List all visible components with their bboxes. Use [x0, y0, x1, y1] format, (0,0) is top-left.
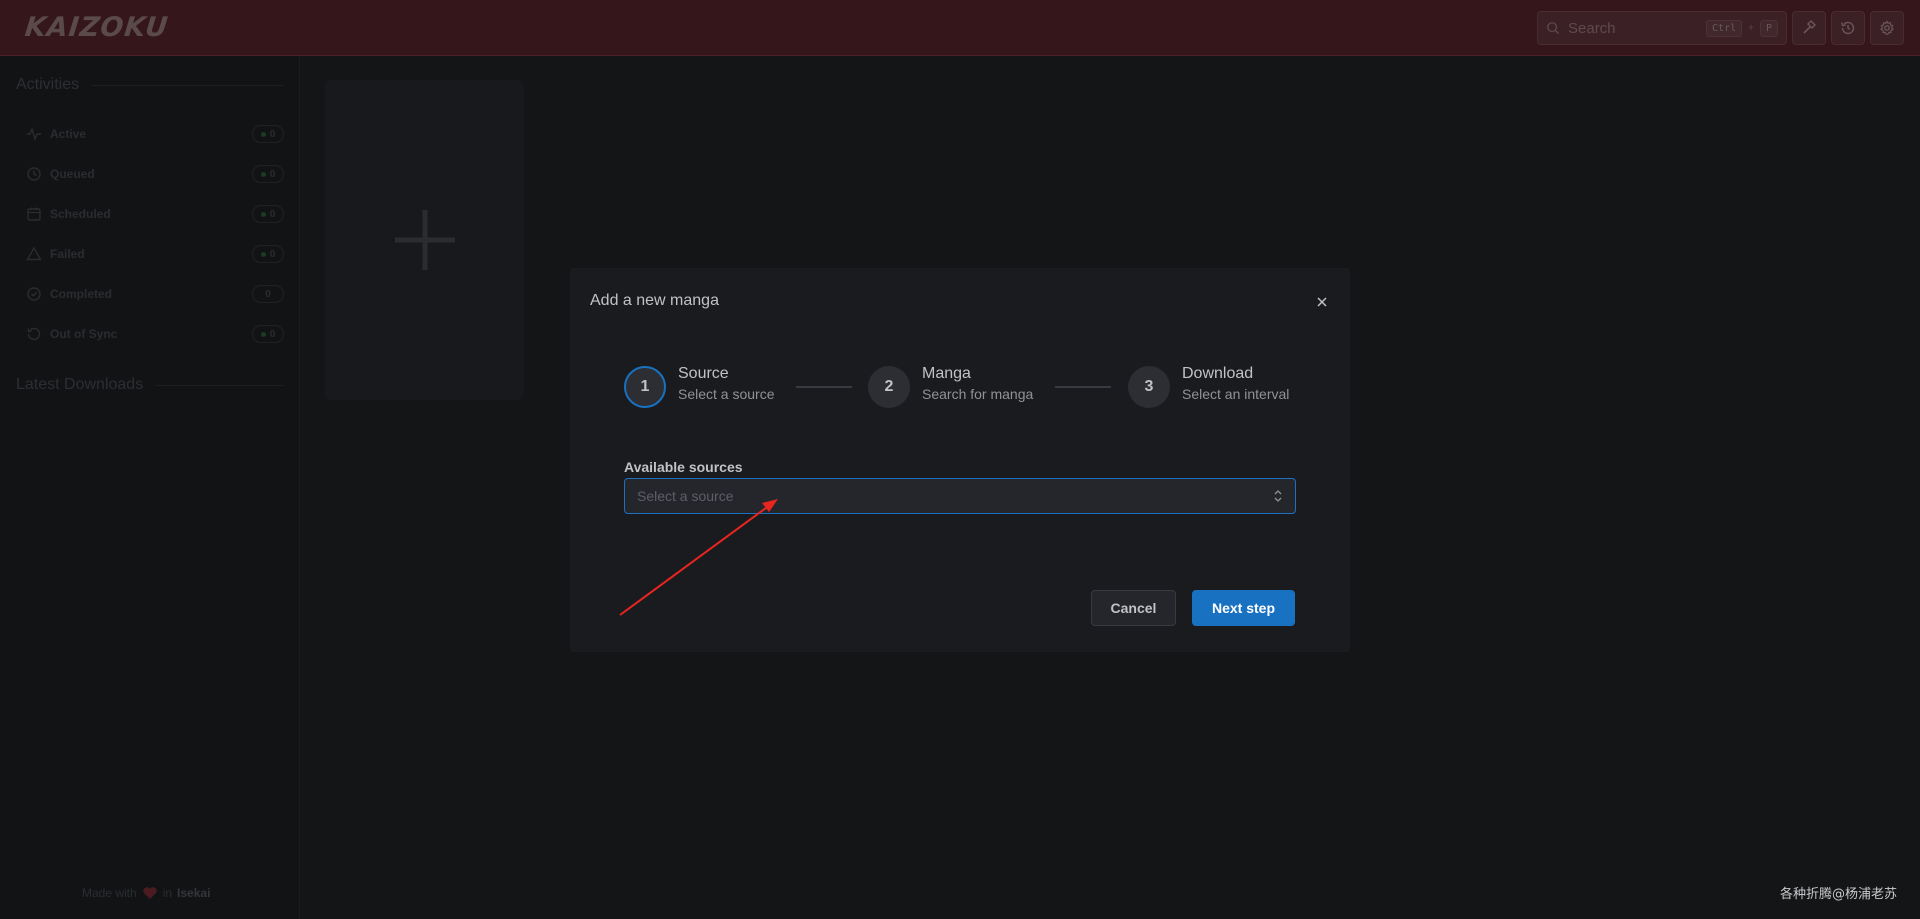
activities-title: Activities — [16, 76, 80, 93]
step-1-indicator[interactable]: 1 — [624, 366, 666, 408]
count-value: 0 — [269, 328, 276, 340]
select-placeholder: Select a source — [637, 488, 734, 504]
history-button[interactable] — [1831, 11, 1865, 45]
status-dot — [260, 331, 266, 337]
sidebar-item-label: Queued — [50, 167, 95, 181]
count-badge: 0 — [252, 205, 284, 223]
count-value: 0 — [269, 248, 276, 260]
shortcut-key-p: P — [1759, 19, 1778, 37]
latest-downloads-title: Latest Downloads — [16, 376, 144, 393]
count-badge: 0 — [252, 245, 284, 263]
sidebar-item-out-of-sync[interactable]: Out of Sync 0 — [26, 322, 284, 346]
clock-icon — [27, 167, 41, 181]
app-header: KAIZOKU Search Ctrl + P — [0, 0, 1920, 56]
close-icon — [1317, 297, 1327, 307]
add-manga-card[interactable] — [325, 80, 524, 400]
circle-check-icon — [27, 287, 41, 301]
cancel-button[interactable]: Cancel — [1091, 590, 1176, 626]
shortcut-plus: + — [1748, 22, 1754, 34]
sidebar-item-failed[interactable]: Failed 0 — [26, 242, 284, 266]
step-description: Select an interval — [1182, 386, 1290, 402]
sidebar: Activities Active 0 Queued 0 Scheduled 0… — [0, 56, 300, 919]
count-value: 0 — [269, 168, 276, 180]
step-separator — [796, 386, 852, 388]
shortcut-key-ctrl: Ctrl — [1706, 19, 1743, 37]
footer-in: in — [162, 886, 173, 900]
count-value: 0 — [269, 208, 276, 220]
step-title: Download — [1182, 365, 1254, 382]
step-3-indicator[interactable]: 3 — [1128, 366, 1170, 408]
search-input[interactable]: Search Ctrl + P — [1537, 11, 1787, 45]
step-2-label: Manga Search for manga — [922, 365, 1033, 402]
activity-icon — [27, 126, 41, 142]
step-title: Source — [678, 365, 729, 382]
add-manga-modal: Add a new manga 1 Source Select a source… — [570, 268, 1350, 652]
step-3-label: Download Select an interval — [1182, 365, 1289, 402]
status-dot — [260, 171, 266, 177]
hammer-button[interactable] — [1792, 11, 1826, 45]
footer-made-with: Made with — [82, 886, 137, 900]
watermark-text: 各种折腾@杨浦老苏 — [1780, 887, 1898, 902]
divider — [91, 84, 284, 86]
step-number: 2 — [884, 378, 894, 395]
hammer-icon — [1803, 20, 1816, 34]
step-description: Search for manga — [922, 386, 1034, 402]
divider — [155, 384, 284, 386]
count-badge: 0 — [252, 165, 284, 183]
modal-title: Add a new manga — [590, 292, 719, 309]
alert-triangle-icon — [26, 246, 42, 261]
history-icon — [1841, 21, 1855, 35]
plus-icon — [395, 210, 455, 270]
close-button[interactable] — [1310, 290, 1334, 314]
activities-section-title: Activities — [16, 76, 284, 94]
status-dot — [260, 251, 266, 257]
search-placeholder: Search — [1568, 19, 1616, 37]
sidebar-item-label: Out of Sync — [50, 327, 118, 341]
available-sources-label: Available sources — [624, 459, 743, 475]
status-dot — [260, 131, 266, 137]
heart-icon — [143, 887, 157, 899]
sidebar-item-label: Failed — [50, 247, 85, 261]
sidebar-item-label: Completed — [50, 287, 113, 301]
gear-icon — [1880, 20, 1894, 35]
sidebar-item-scheduled[interactable]: Scheduled 0 — [26, 202, 284, 226]
step-title: Manga — [922, 365, 971, 382]
count-badge: 0 — [252, 125, 284, 143]
step-2-indicator[interactable]: 2 — [868, 366, 910, 408]
next-step-button[interactable]: Next step — [1192, 590, 1295, 626]
selector-chevrons-icon — [1274, 490, 1282, 502]
step-1-label: Source Select a source — [678, 365, 775, 402]
footer-brand-link[interactable]: Isekai — [177, 886, 210, 900]
step-number: 3 — [1144, 378, 1154, 395]
count-badge: 0 — [252, 285, 284, 303]
sidebar-item-label: Scheduled — [50, 207, 111, 221]
step-separator — [1055, 386, 1111, 388]
refresh-icon — [27, 327, 41, 341]
count-badge: 0 — [252, 325, 284, 343]
footer: Made with in Isekai — [82, 886, 210, 900]
sidebar-item-label: Active — [50, 127, 87, 141]
source-select[interactable]: Select a source — [624, 478, 1296, 514]
step-description: Select a source — [678, 386, 775, 402]
count-value: 0 — [269, 128, 276, 140]
search-icon — [1547, 22, 1560, 35]
sidebar-item-active[interactable]: Active 0 — [26, 122, 284, 146]
sidebar-item-queued[interactable]: Queued 0 — [26, 162, 284, 186]
calendar-icon — [27, 207, 41, 221]
step-number: 1 — [640, 378, 650, 395]
app-logo[interactable]: KAIZOKU — [23, 12, 170, 43]
sidebar-item-completed[interactable]: Completed 0 — [26, 282, 284, 306]
status-dot — [260, 211, 266, 217]
settings-button[interactable] — [1870, 11, 1904, 45]
count-value: 0 — [265, 288, 271, 300]
latest-downloads-section-title: Latest Downloads — [16, 376, 284, 394]
